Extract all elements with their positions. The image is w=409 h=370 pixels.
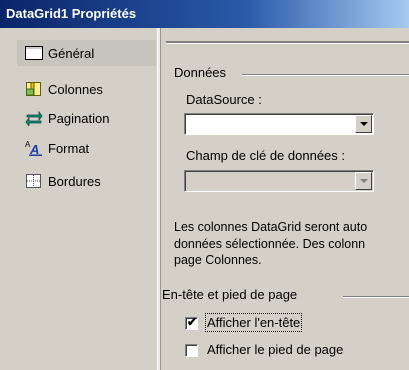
general-page-icon (25, 45, 43, 61)
nav-item-pagination[interactable]: Pagination (17, 105, 156, 131)
datasource-label: DataSource : (186, 92, 262, 107)
nav-item-label: Général (48, 45, 95, 61)
splitter (157, 28, 161, 370)
description-line: Les colonnes DataGrid seront auto (174, 220, 368, 234)
header-footer-group-separator (343, 296, 409, 298)
window-title: DataGrid1 Propriétés (6, 6, 137, 21)
description-line: page Colonnes. (174, 253, 262, 267)
chevron-down-icon (359, 122, 368, 126)
autogen-description: Les colonnes DataGrid seront auto donnée… (174, 219, 409, 269)
window-title-bar[interactable]: DataGrid1 Propriétés (0, 0, 409, 28)
panel-header-bar (166, 41, 409, 44)
show-header-label[interactable]: Afficher l'en-tête (204, 313, 303, 332)
nav-item-label: Colonnes (48, 81, 103, 97)
columns-icon (25, 81, 43, 97)
show-header-checkbox[interactable]: ✔ (185, 315, 198, 330)
nav-item-columns[interactable]: Colonnes (17, 76, 156, 102)
borders-icon (25, 173, 43, 189)
header-footer-group-title: En-tête et pied de page (162, 287, 298, 302)
nav-item-borders[interactable]: Bordures (17, 168, 156, 194)
keyfield-dropdown-button[interactable] (355, 172, 372, 190)
format-icon: AA (25, 140, 43, 157)
page-list: Général Colonnes Pagination AA Format Bo… (17, 38, 156, 370)
chevron-down-icon (359, 179, 368, 183)
keyfield-label: Champ de clé de données : (186, 148, 345, 163)
nav-item-label: Format (48, 140, 90, 156)
description-line: données sélectionnée. Des colonn (174, 236, 366, 251)
nav-item-general[interactable]: Général (17, 40, 156, 66)
nav-item-label: Pagination (48, 110, 110, 126)
nav-item-label: Bordures (48, 173, 101, 189)
show-footer-checkbox[interactable] (185, 344, 198, 357)
pagination-icon (25, 110, 43, 128)
keyfield-combo[interactable] (184, 170, 374, 192)
checkmark-icon: ✔ (187, 315, 198, 329)
svg-text:A: A (29, 142, 39, 156)
data-group-separator (242, 74, 409, 76)
data-group-title: Données (174, 65, 227, 80)
show-footer-label[interactable]: Afficher le pied de page (207, 342, 343, 357)
datasource-combo[interactable] (184, 113, 374, 135)
nav-item-format[interactable]: AA Format (17, 135, 156, 161)
datasource-dropdown-button[interactable] (355, 115, 372, 133)
